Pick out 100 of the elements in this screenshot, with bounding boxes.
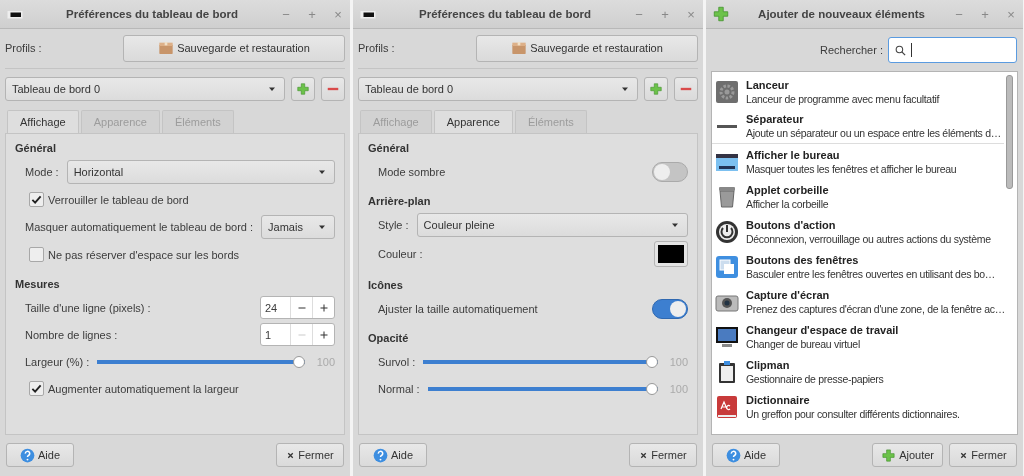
plugin-description: Afficher la corbeille bbox=[746, 196, 829, 211]
plugin-item[interactable]: Applet corbeille Afficher la corbeille bbox=[712, 179, 1004, 214]
checkbox-label[interactable]: Ne pas réserver d'espace sur les bords bbox=[48, 248, 240, 261]
search-label: Rechercher : bbox=[820, 44, 883, 56]
windows-icon bbox=[715, 254, 739, 279]
backup-button[interactable]: Sauvegarde et restauration bbox=[476, 34, 698, 62]
window-title: Préférences du tableau de bord bbox=[65, 8, 239, 20]
field-label: Masquer automatiquement le tableau de bord : bbox=[25, 221, 254, 233]
plugin-item[interactable]: Changeur d'espace de travail Changer de bureau virtuel bbox=[712, 319, 1004, 354]
plugin-description: Masquer toutes les fenêtres et afficher le bureau bbox=[746, 161, 957, 176]
plugin-item[interactable]: Dictionnaire Un greffon pour consulter différents dictionnaires. bbox=[712, 389, 1004, 424]
field-label: Taille d'une ligne (pixels) : bbox=[25, 301, 151, 314]
toggle-switch[interactable] bbox=[652, 161, 688, 182]
plugin-name: Séparateur bbox=[746, 112, 805, 126]
field-label: Nombre de lignes : bbox=[25, 328, 118, 341]
box-icon bbox=[511, 40, 528, 56]
plugin-description: Ajoute un séparateur ou un espace entre les éléments d… bbox=[746, 126, 1001, 140]
field-label: Largeur (%) : bbox=[25, 355, 90, 368]
checkbox-label[interactable]: Verrouiller le tableau de bord bbox=[48, 193, 189, 206]
close-button[interactable]: Fermer bbox=[629, 443, 697, 467]
plugin-item[interactable]: Clipman Gestionnaire de presse-papiers bbox=[712, 354, 1004, 389]
remove-panel-button[interactable] bbox=[321, 77, 345, 101]
color-button[interactable] bbox=[654, 241, 688, 267]
number-field[interactable]: 1 bbox=[260, 323, 335, 346]
plugin-name: Capture d'écran bbox=[746, 287, 831, 302]
checkbox[interactable] bbox=[29, 192, 44, 207]
close-button[interactable]: Fermer bbox=[276, 443, 344, 467]
help-button[interactable]: Aide bbox=[712, 443, 780, 467]
section-heading: Icônes bbox=[368, 279, 404, 291]
checkbox[interactable] bbox=[29, 381, 44, 396]
section-heading: Opacité bbox=[368, 332, 410, 344]
section-heading: Arrière-plan bbox=[368, 195, 432, 207]
plugin-name: Changeur d'espace de travail bbox=[746, 322, 899, 337]
plus-icon bbox=[296, 82, 310, 96]
help-button[interactable]: Aide bbox=[359, 443, 427, 467]
search-icon bbox=[894, 43, 907, 57]
plugin-description: Basculer entre les fenêtres ouvertes en utilisant des bo… bbox=[746, 266, 996, 281]
field-label: Mode sombre bbox=[378, 165, 446, 178]
close-button[interactable]: Fermer bbox=[949, 443, 1017, 467]
plugin-name: Lanceur bbox=[746, 77, 790, 92]
window-title: Préférences du tableau de bord bbox=[418, 8, 592, 20]
checkbox[interactable] bbox=[29, 247, 44, 262]
field-label: Normal : bbox=[378, 382, 420, 395]
field-label: Survol : bbox=[378, 355, 416, 368]
plus-icon bbox=[881, 447, 897, 463]
plugin-description: Déconnexion, verrouillage ou autres actions du système bbox=[746, 231, 991, 246]
remove-panel-button[interactable] bbox=[674, 77, 698, 101]
panel-dropdown[interactable]: Tableau de bord 0 bbox=[5, 77, 285, 101]
field-label: Style : bbox=[378, 219, 409, 231]
section-heading: Général bbox=[15, 142, 57, 154]
toggle-switch[interactable] bbox=[652, 298, 688, 319]
help-icon bbox=[726, 447, 741, 463]
dropdown[interactable]: Couleur pleine bbox=[416, 213, 688, 237]
separator-icon bbox=[717, 124, 737, 128]
field-label: Ajuster la taille automatiquement bbox=[378, 302, 538, 315]
plugin-item[interactable]: Séparateur Ajoute un séparateur ou un espace entre les éléments d… bbox=[712, 109, 1004, 144]
plugin-name: Boutons d'action bbox=[746, 217, 837, 232]
tab[interactable]: Affichage bbox=[7, 110, 79, 134]
add-button[interactable]: Ajouter bbox=[872, 443, 943, 467]
profiles-label: Profils : bbox=[5, 42, 42, 54]
help-button[interactable]: Aide bbox=[6, 443, 74, 467]
help-icon bbox=[20, 447, 35, 463]
window-title: Ajouter de nouveaux éléments bbox=[757, 8, 926, 20]
add-panel-button[interactable] bbox=[644, 77, 668, 101]
monitor-icon bbox=[715, 324, 739, 349]
plugin-name: Boutons des fenêtres bbox=[746, 252, 860, 267]
close-icon bbox=[959, 450, 969, 460]
section-heading: Général bbox=[368, 142, 410, 154]
help-icon bbox=[373, 447, 388, 463]
plugin-name: Dictionnaire bbox=[746, 392, 811, 407]
tab[interactable]: Apparence bbox=[433, 110, 513, 134]
plugin-item[interactable]: Boutons des fenêtres Basculer entre les fenêtres ouvertes en utilisant des bo… bbox=[712, 249, 1004, 284]
power-icon bbox=[715, 219, 739, 244]
plugin-name: Clipman bbox=[746, 357, 791, 372]
checkbox-label[interactable]: Augmenter automatiquement la largeur bbox=[48, 382, 239, 395]
plugin-item[interactable]: Capture d'écran Prenez des captures d'écran d'une zone, de la fenêtre ac… bbox=[712, 284, 1004, 319]
plugin-item[interactable]: Lanceur Lanceur de programme avec menu facultatif bbox=[712, 74, 1004, 109]
plugin-description: Lanceur de programme avec menu facultatif bbox=[746, 91, 940, 106]
close-icon bbox=[639, 450, 649, 460]
number-field[interactable]: 24 bbox=[260, 296, 335, 319]
plugin-item[interactable]: Afficher le bureau Masquer toutes les fenêtres et afficher le bureau bbox=[712, 144, 1004, 179]
plus-icon bbox=[649, 82, 663, 96]
plugin-name: Afficher le bureau bbox=[746, 147, 841, 162]
plugin-name: Applet corbeille bbox=[746, 182, 829, 197]
dropdown[interactable]: Jamais bbox=[261, 215, 335, 239]
dropdown[interactable]: Horizontal bbox=[66, 160, 335, 184]
dictionary-icon bbox=[715, 394, 739, 419]
gear-icon bbox=[715, 79, 739, 104]
backup-button[interactable]: Sauvegarde et restauration bbox=[123, 34, 345, 62]
plugin-description: Changer de bureau virtuel bbox=[746, 336, 861, 351]
section-heading: Mesures bbox=[15, 278, 61, 290]
plus-icon bbox=[712, 5, 730, 23]
add-panel-button[interactable] bbox=[291, 77, 315, 101]
box-icon bbox=[158, 40, 175, 56]
search-field[interactable] bbox=[888, 37, 1017, 63]
plugin-item[interactable]: Boutons d'action Déconnexion, verrouillage ou autres actions du système bbox=[712, 214, 1004, 249]
close-icon bbox=[286, 450, 296, 460]
panel-dropdown[interactable]: Tableau de bord 0 bbox=[358, 77, 638, 101]
field-label: Mode : bbox=[25, 166, 59, 178]
plugin-description: Un greffon pour consulter différents dictionnaires. bbox=[746, 406, 960, 421]
